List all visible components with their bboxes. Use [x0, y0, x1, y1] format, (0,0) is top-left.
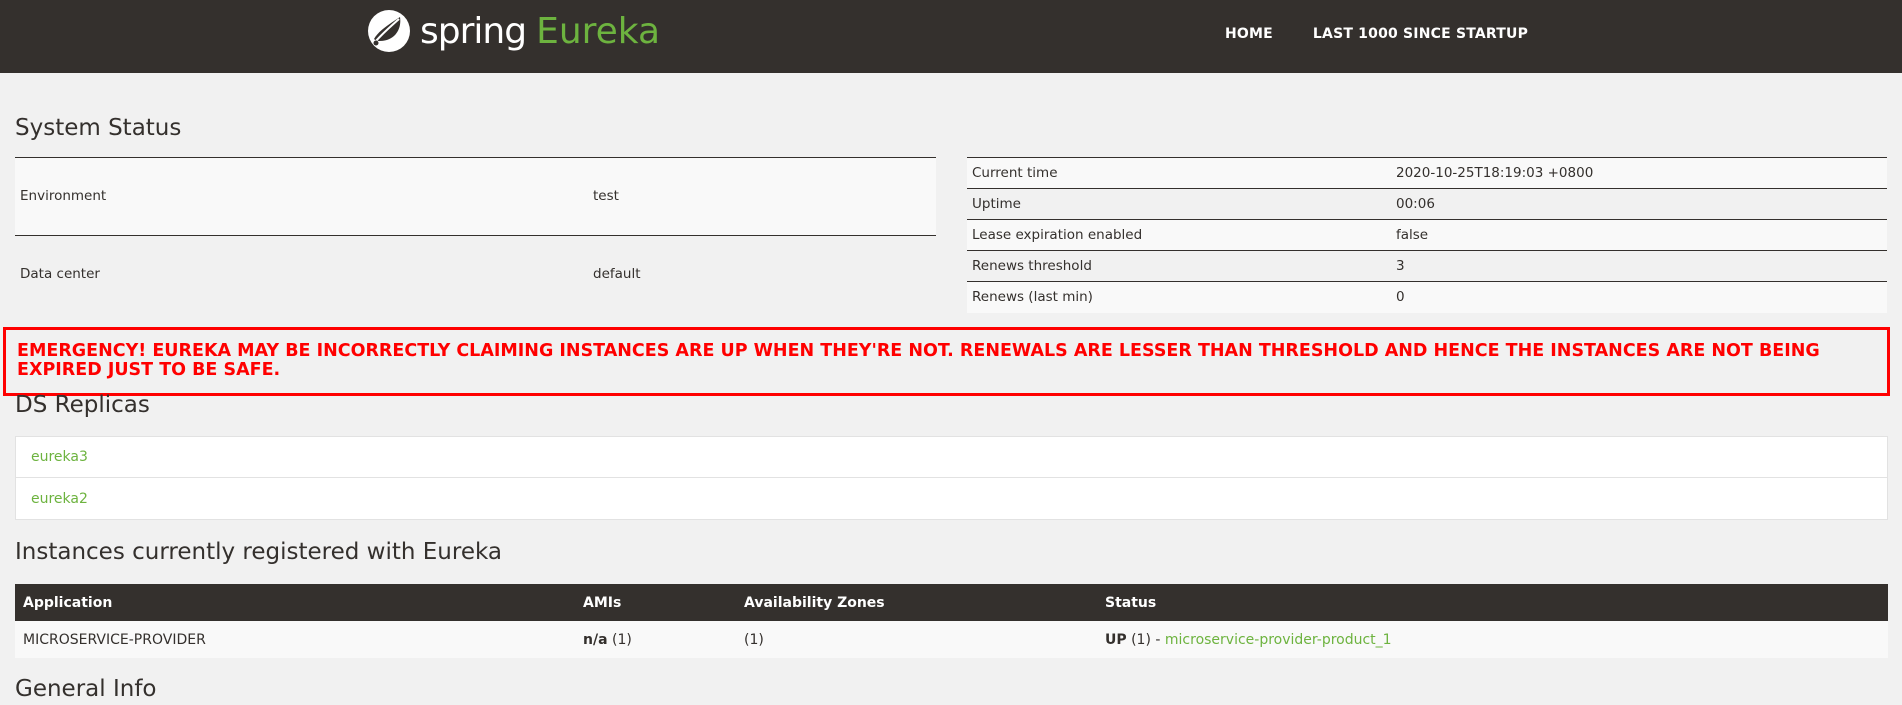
system-status-right-table: Current time 2020-10-25T18:19:03 +0800 U…: [967, 157, 1887, 313]
instances-table: Application AMIs Availability Zones Stat…: [15, 584, 1888, 658]
status-key: Uptime: [967, 188, 1391, 220]
ds-replicas-list: eureka3 eureka2: [15, 436, 1888, 520]
table-row: Renews threshold 3: [967, 250, 1887, 282]
list-item: eureka3: [16, 437, 1887, 478]
system-status-heading: System Status: [15, 115, 182, 141]
main-content: System Status Environment test Data cent…: [0, 115, 1902, 313]
table-row: Current time 2020-10-25T18:19:03 +0800: [967, 157, 1887, 189]
amis-cell: n/a (1): [575, 621, 736, 658]
replica-link[interactable]: eureka3: [31, 449, 88, 465]
status-value: 00:06: [1391, 188, 1887, 220]
column-header-zones: Availability Zones: [736, 584, 1097, 621]
nav-home-link[interactable]: HOME: [1225, 26, 1273, 42]
status-value: 2020-10-25T18:19:03 +0800: [1391, 157, 1887, 189]
status-value: default: [588, 234, 936, 313]
table-header-row: Application AMIs Availability Zones Stat…: [15, 584, 1888, 621]
brand-logo-link[interactable]: spring Eureka: [366, 8, 660, 54]
replica-link[interactable]: eureka2: [31, 491, 88, 507]
ds-replicas-heading: DS Replicas: [15, 392, 150, 418]
instance-link[interactable]: microservice-provider-product_1: [1165, 632, 1392, 648]
list-item: eureka2: [16, 478, 1887, 519]
column-header-application: Application: [15, 584, 575, 621]
column-header-status: Status: [1097, 584, 1888, 621]
column-header-amis: AMIs: [575, 584, 736, 621]
table-row: Data center default: [15, 234, 936, 313]
system-status-left-table: Environment test Data center default: [15, 157, 936, 313]
nav-last1000-link[interactable]: LAST 1000 SINCE STARTUP: [1313, 26, 1528, 42]
status-value: 0: [1391, 281, 1887, 313]
amis-count: (1): [611, 631, 632, 648]
table-row: Renews (last min) 0: [967, 281, 1887, 313]
emergency-warning: EMERGENCY! EUREKA MAY BE INCORRECTLY CLA…: [3, 327, 1890, 396]
status-key: Lease expiration enabled: [967, 219, 1391, 251]
table-row: Environment test: [15, 157, 936, 235]
status-cell: UP (1) - microservice-provider-product_1: [1097, 621, 1888, 658]
table-row: MICROSERVICE-PROVIDER n/a (1) (1) UP (1)…: [15, 621, 1888, 658]
table-row: Lease expiration enabled false: [967, 219, 1887, 251]
application-name: MICROSERVICE-PROVIDER: [15, 621, 575, 658]
brand-eureka-text: Eureka: [536, 10, 661, 52]
general-info-heading: General Info: [15, 676, 157, 702]
status-key: Environment: [15, 157, 588, 235]
status-key: Renews threshold: [967, 250, 1391, 282]
status-key: Data center: [15, 234, 588, 313]
brand-spring-text: spring: [420, 10, 527, 52]
nav-links: HOME LAST 1000 SINCE STARTUP: [1225, 26, 1528, 42]
system-status-tables: Environment test Data center default Cur…: [15, 157, 1887, 313]
status-key: Renews (last min): [967, 281, 1391, 313]
zones-cell: (1): [736, 621, 1097, 658]
status-value: false: [1391, 219, 1887, 251]
status-value: test: [588, 157, 936, 235]
status-value: 3: [1391, 250, 1887, 282]
status-count: (1) -: [1131, 631, 1165, 648]
status-value: UP: [1105, 631, 1127, 648]
table-row: Uptime 00:06: [967, 188, 1887, 220]
amis-value: n/a: [583, 631, 608, 648]
spring-leaf-icon: [368, 10, 410, 52]
instances-heading: Instances currently registered with Eure…: [15, 539, 502, 565]
top-navbar: spring Eureka HOME LAST 1000 SINCE START…: [0, 0, 1902, 73]
status-key: Current time: [967, 157, 1391, 189]
